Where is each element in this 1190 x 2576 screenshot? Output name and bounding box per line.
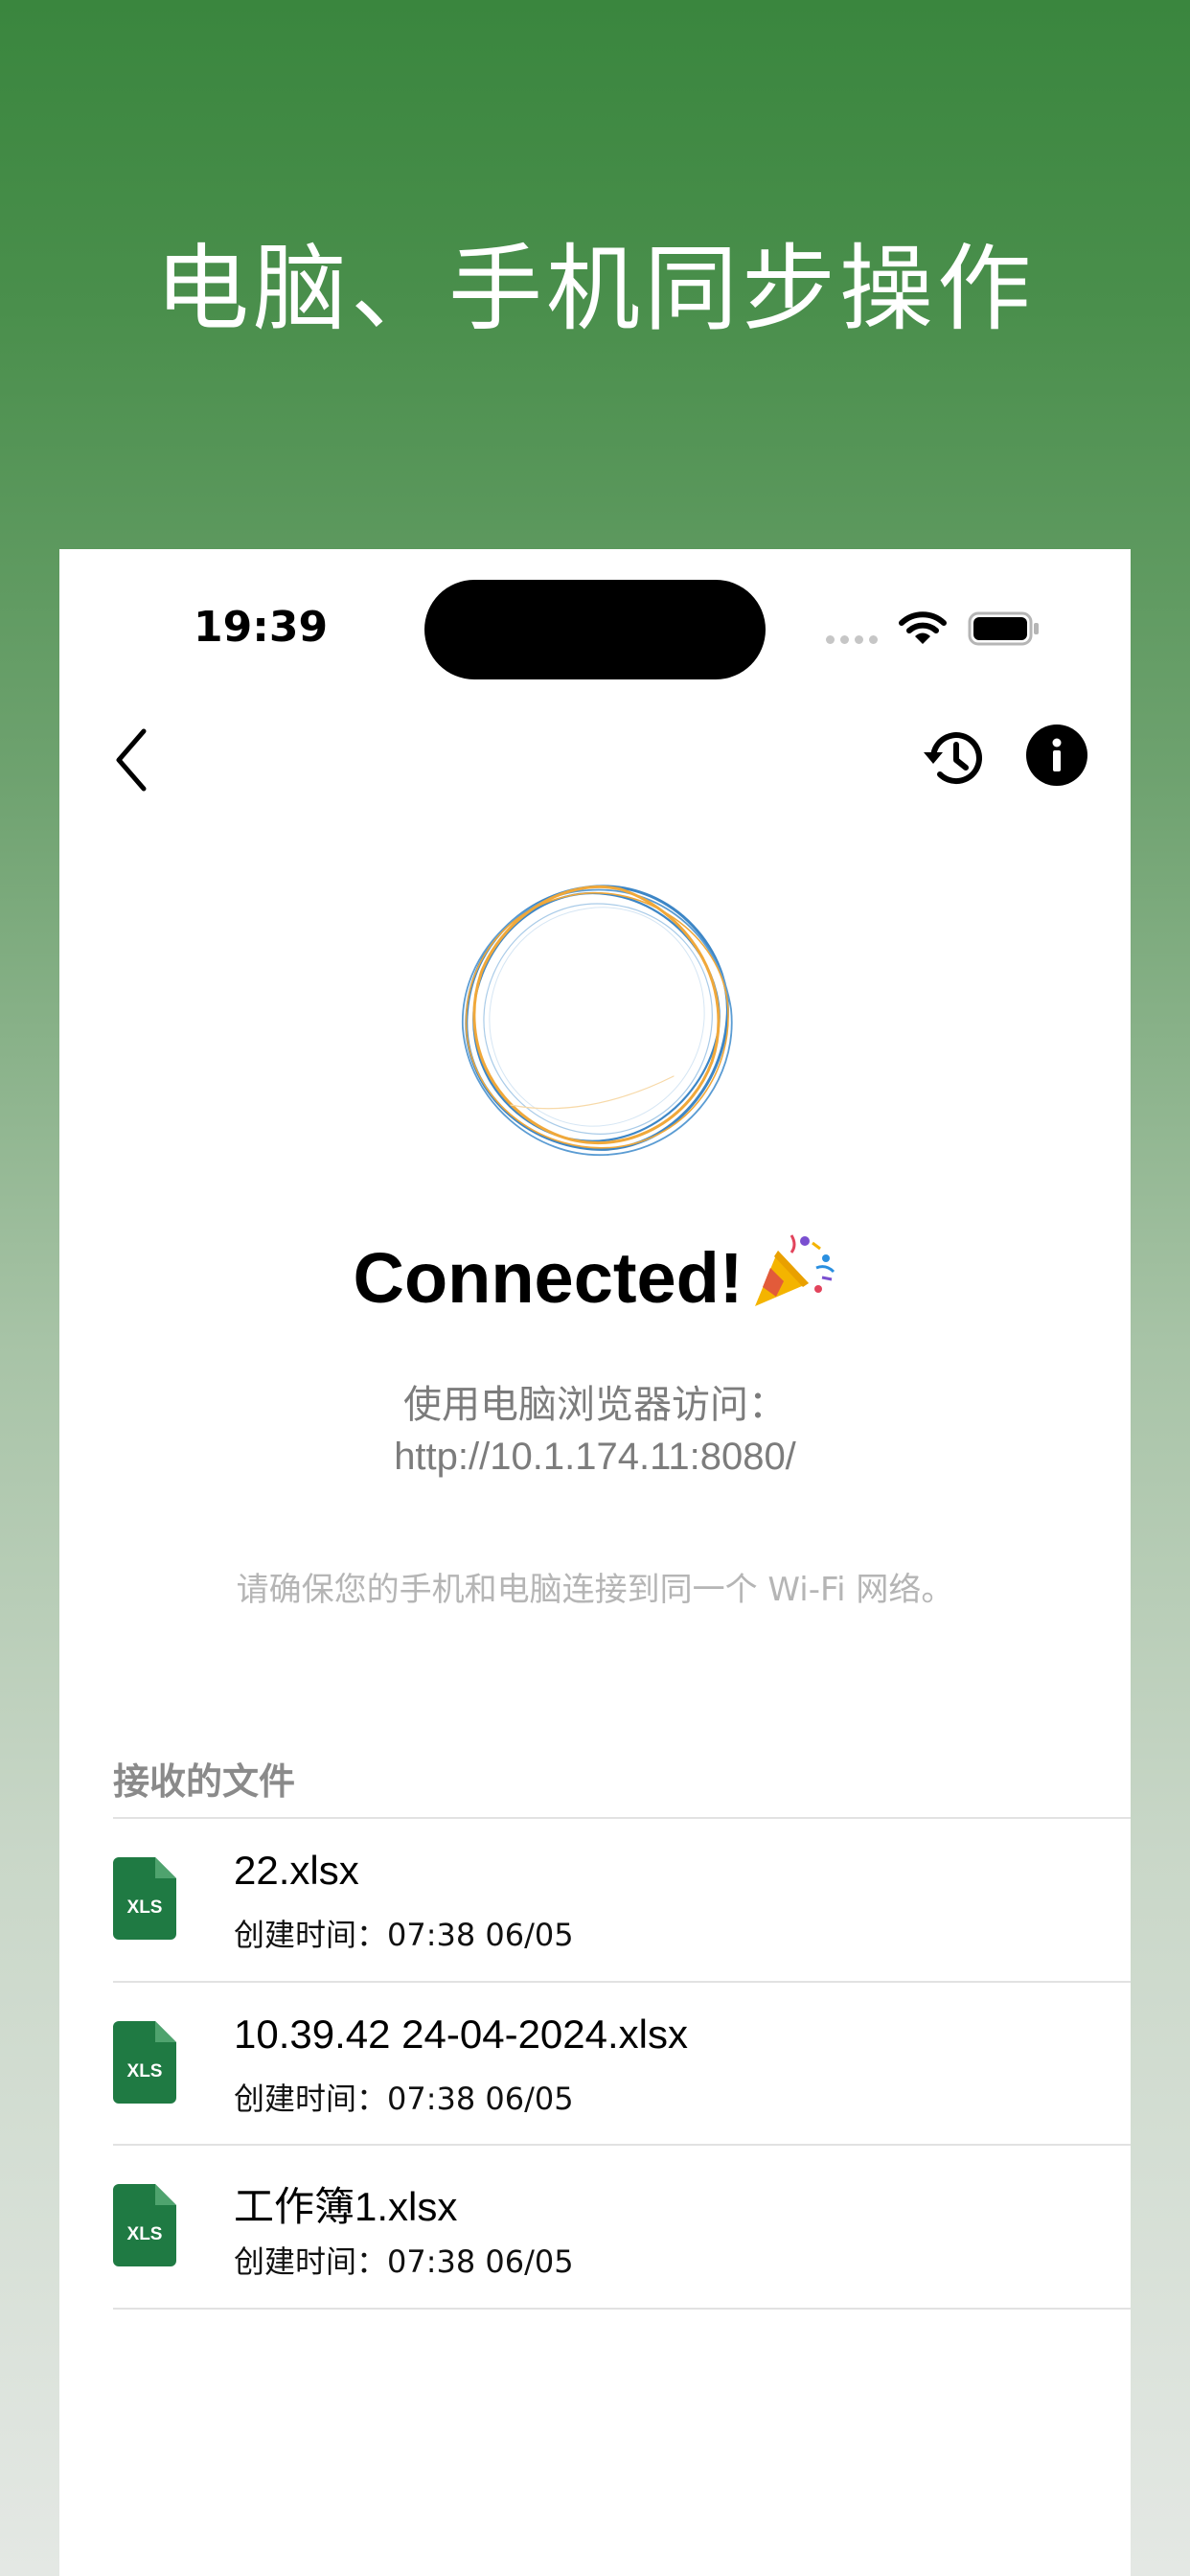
promo-headline: 电脑、手机同步操作 [154,235,1035,344]
connection-orb [462,885,733,1156]
connection-status: Connected! [59,1230,1131,1319]
file-name: 22.xlsx [234,1848,359,1893]
excel-file-icon: XLS [113,2021,176,2104]
status-time: 19:39 [194,603,329,652]
received-files-title: 接收的文件 [113,1760,296,1803]
visit-instruction: 使用电脑浏览器访问： [403,1383,787,1427]
file-name: 10.39.42 24-04-2024.xlsx [234,2012,688,2057]
svg-text:XLS: XLS [127,2224,163,2244]
file-row[interactable]: XLS 10.39.42 24-04-2024.xlsx 创建时间：07:38 … [59,1983,1131,2146]
svg-text:XLS: XLS [127,2061,163,2082]
excel-file-icon: XLS [113,1857,176,1940]
divider [113,2308,1131,2310]
dynamic-island [424,580,766,679]
phone-screen: 19:39 Connected! 使用电脑浏览器访问： http://10.1.… [59,549,1131,2576]
battery-icon [968,611,1039,646]
file-name: 工作簿1.xlsx [234,2184,458,2229]
party-popper-icon [754,1234,835,1306]
file-row[interactable]: XLS 22.xlsx 创建时间：07:38 06/05 [59,1819,1131,1982]
file-created-time: 创建时间：07:38 06/05 [234,2081,574,2117]
info-button[interactable] [1026,724,1087,786]
excel-file-icon: XLS [113,2184,176,2266]
file-created-time: 创建时间：07:38 06/05 [234,1917,574,1953]
connection-status-text: Connected! [353,1238,744,1318]
info-icon [1052,738,1062,771]
file-created-time: 创建时间：07:38 06/05 [234,2243,574,2280]
file-row[interactable]: XLS 工作簿1.xlsx 创建时间：07:38 06/05 [59,2146,1131,2309]
wifi-icon [899,611,947,644]
history-button[interactable] [920,724,989,793]
back-button[interactable] [109,722,157,798]
wifi-note: 请确保您的手机和电脑连接到同一个 Wi-Fi 网络。 [236,1571,954,1609]
server-url[interactable]: http://10.1.174.11:8080/ [59,1436,1131,1479]
svg-text:XLS: XLS [127,1898,163,1918]
signal-icon [826,635,878,644]
